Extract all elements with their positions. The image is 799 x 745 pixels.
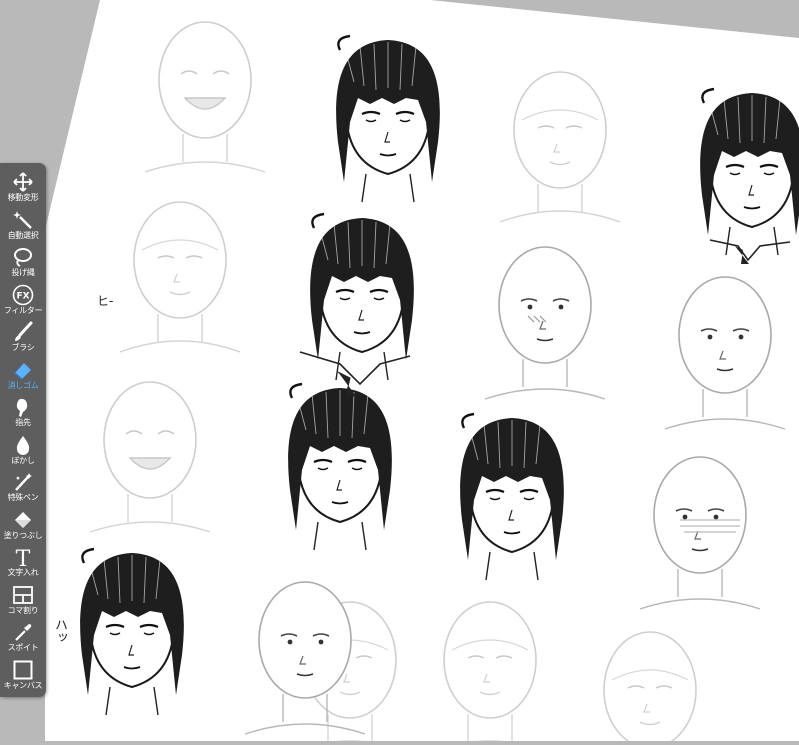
tool-label: 移動変形 [7,193,39,202]
special-pen-icon [12,471,34,493]
lasso-icon [12,246,34,268]
tool-canvas[interactable]: キャンバス [0,659,46,697]
canvas-artwork [45,0,799,745]
tool-label: フィルター [3,305,43,315]
tool-filter[interactable]: FX フィルター [0,284,46,322]
fill-bucket-icon [12,509,34,531]
blur-drop-icon [12,434,34,456]
tool-label: 指先 [15,418,31,427]
tool-label: コマ割り [7,605,39,615]
panel-divide-icon [12,584,34,606]
tool-label: 特殊ペン [7,493,39,502]
tool-eraser[interactable]: 消しゴム [0,359,46,397]
drawing-canvas[interactable]: ヒ- ハッ [0,0,799,745]
tool-fill[interactable]: 塗りつぶし [0,509,46,547]
tool-text[interactable]: T 文字入れ [0,546,46,584]
tool-brush[interactable]: ブラシ [0,321,46,359]
magic-wand-icon [12,209,34,231]
tool-auto-select[interactable]: 自動選択 [0,209,46,247]
tool-lasso[interactable]: 投げ縄 [0,246,46,284]
tool-label: キャンバス [3,680,43,690]
finger-smudge-icon [12,396,34,418]
tool-label: 自動選択 [7,230,39,240]
canvas-icon [12,659,34,681]
tool-label: ぼかし [11,455,35,465]
move-icon [12,171,34,193]
tool-label: 投げ縄 [11,268,35,277]
text-icon: T [12,546,34,568]
tool-eyedropper[interactable]: スポイト [0,621,46,659]
tool-label: スポイト [7,643,39,652]
eyedropper-icon [12,621,34,643]
tool-panel-divide[interactable]: コマ割り [0,584,46,622]
annotation-text: ヒ- [97,294,114,308]
tool-move-transform[interactable]: 移動変形 [0,171,46,209]
tool-blur[interactable]: ぼかし [0,434,46,472]
tool-label: ブラシ [11,343,35,352]
tool-label: 塗りつぶし [3,530,43,540]
tool-special-pen[interactable]: 特殊ペン [0,471,46,509]
eraser-icon [12,359,34,381]
tool-palette: 移動変形 自動選択 投げ縄 FX フィルター ブラシ 消しゴム 指先 ぼかし 特… [0,163,46,697]
tool-label: 消しゴム [7,380,39,390]
annotation-text: ハッ [52,618,67,644]
brush-icon [12,321,34,343]
svg-text:T: T [16,547,31,568]
svg-text:FX: FX [16,291,29,301]
tool-finger-smudge[interactable]: 指先 [0,396,46,434]
tool-label: 文字入れ [7,568,39,577]
fx-icon: FX [12,284,34,306]
